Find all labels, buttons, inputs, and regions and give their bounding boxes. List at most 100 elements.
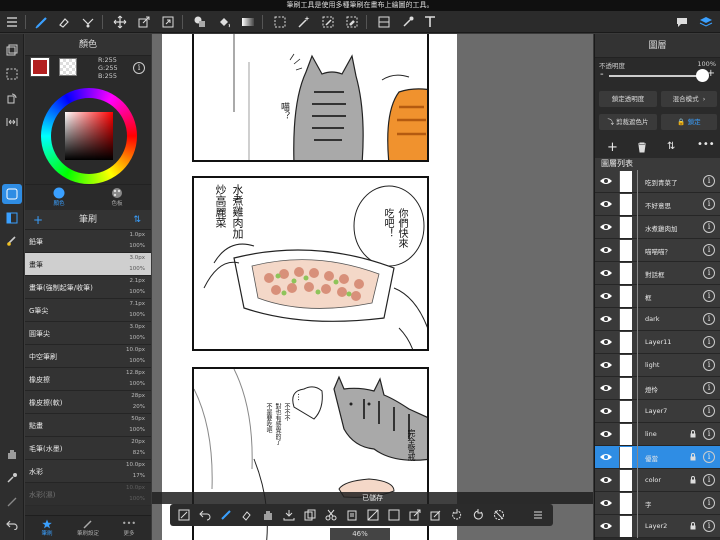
eraser-tool-icon[interactable] (55, 13, 73, 31)
fill-action-icon[interactable] (386, 507, 402, 523)
brush-item[interactable]: 鉛筆 1.0px 100% (25, 230, 151, 253)
layer-row[interactable]: 優當 i (595, 446, 720, 469)
layer-info-icon[interactable]: i (703, 474, 715, 486)
layer-info-icon[interactable]: i (703, 336, 715, 348)
eye-icon[interactable] (599, 429, 613, 439)
text-tool-icon[interactable] (421, 13, 439, 31)
layer-row[interactable]: 框i (595, 285, 720, 308)
deselect-icon[interactable] (491, 507, 507, 523)
delete-layer-icon[interactable] (637, 142, 647, 153)
layer-info-icon[interactable]: i (703, 382, 715, 394)
shape-tool-icon[interactable] (191, 13, 209, 31)
select-pen-icon[interactable] (319, 13, 337, 31)
add-brush-icon[interactable]: + (33, 210, 43, 230)
eye-icon[interactable] (599, 199, 613, 209)
tab-color[interactable]: 顏色 (39, 187, 79, 207)
brush-item[interactable]: 橡皮擦(軟) 28px 20% (25, 391, 151, 414)
layer-row[interactable]: color i (595, 469, 720, 492)
canvas-page[interactable]: 喵？ 水煮雞肉加 炒高麗菜 你們快來 吃吧！ … 不不不 對也有感覺的了 不是要… (162, 34, 457, 540)
undo-action-icon[interactable] (197, 507, 213, 523)
transform-action-icon[interactable] (407, 507, 423, 523)
eye-icon[interactable] (599, 222, 613, 232)
brush-color-icon[interactable] (2, 230, 22, 250)
eye-icon[interactable] (599, 245, 613, 255)
canvas-area[interactable]: 喵？ 水煮雞肉加 炒高麗菜 你們快來 吃吧！ … 不不不 對也有感覺的了 不是要… (152, 34, 593, 540)
brush-item[interactable]: 水彩(濕) 10.0px 100% (25, 483, 151, 506)
copy-icon[interactable] (302, 507, 318, 523)
layer-info-icon[interactable]: i (703, 359, 715, 371)
brush-item[interactable]: 畫筆(強制起筆/收筆) 2.1px 100% (25, 276, 151, 299)
fill-bucket-icon[interactable] (215, 13, 233, 31)
frame-divider-icon[interactable] (375, 13, 393, 31)
layer-row[interactable]: Layer11 i (595, 331, 720, 354)
layer-row[interactable]: 吃到青菜了 i (595, 170, 720, 193)
layer-row[interactable]: line i (595, 423, 720, 446)
brush-item[interactable]: 橡皮擦 12.8px 100% (25, 368, 151, 391)
layer-info-icon[interactable]: i (703, 198, 715, 210)
layer-row[interactable]: Layer2 i (595, 515, 720, 538)
brush-item[interactable]: 圓筆尖 3.0px 100% (25, 322, 151, 345)
eye-icon[interactable] (599, 314, 613, 324)
brush-item[interactable]: 畫筆 3.0px 100% (25, 253, 151, 276)
layer-row[interactable]: 不好意思 i (595, 193, 720, 216)
lock-alpha-button[interactable]: 鎖定透明度 (599, 91, 657, 107)
brush-item[interactable]: 水彩 10.0px 17% (25, 460, 151, 483)
paste-icon[interactable] (344, 507, 360, 523)
panel-toggle-icon[interactable] (2, 208, 22, 228)
eye-icon[interactable] (599, 176, 613, 186)
layer-row[interactable]: light i (595, 354, 720, 377)
smudge-tool-icon[interactable] (79, 13, 97, 31)
brush-item[interactable]: G筆尖 7.1px 100% (25, 299, 151, 322)
layer-row[interactable]: 水煮雞肉加 i (595, 216, 720, 239)
eraser-action-icon[interactable] (239, 507, 255, 523)
eye-icon[interactable] (599, 475, 613, 485)
tab-brush[interactable]: 筆刷 (27, 519, 67, 537)
magic-wand-icon[interactable] (295, 13, 313, 31)
snap-icon[interactable] (2, 184, 22, 204)
layer-info-icon[interactable]: i (703, 520, 715, 532)
move-tool-icon[interactable] (111, 13, 129, 31)
transform-tool-icon[interactable] (135, 13, 153, 31)
layer-row[interactable]: 字i (595, 492, 720, 515)
layer-row[interactable]: 喵喵喵？ i (595, 239, 720, 262)
layer-info-icon[interactable]: i (703, 244, 715, 256)
move-layer-icon[interactable]: ⇅ (667, 141, 675, 152)
eye-icon[interactable] (599, 521, 613, 531)
zoom-level[interactable]: 46% (330, 528, 390, 540)
page-icon[interactable] (176, 507, 192, 523)
foreground-color-swatch[interactable] (30, 57, 50, 77)
tab-palette[interactable]: 色板 (97, 187, 137, 207)
layer-info-icon[interactable]: i (703, 267, 715, 279)
brush-item[interactable]: 中空筆刷 10.0px 100% (25, 345, 151, 368)
eye-icon[interactable] (599, 291, 613, 301)
rotate-icon[interactable] (2, 88, 22, 108)
stylus-icon[interactable] (2, 492, 22, 512)
eye-icon[interactable] (599, 268, 613, 278)
opacity-plus-icon[interactable]: + (707, 68, 715, 79)
layer-info-icon[interactable]: i (703, 221, 715, 233)
layer-info-icon[interactable]: i (703, 290, 715, 302)
brush-action-icon[interactable] (218, 507, 234, 523)
brush-item[interactable]: 點畫 50px 100% (25, 414, 151, 437)
select-tool-icon[interactable] (271, 13, 289, 31)
layer-row[interactable]: dark i (595, 308, 720, 331)
gradient-tool-icon[interactable] (239, 13, 257, 31)
clear-icon[interactable] (365, 507, 381, 523)
hand-tool-icon[interactable] (2, 444, 22, 464)
color-info-icon[interactable]: i (133, 62, 145, 74)
layer-info-icon[interactable]: i (703, 497, 715, 509)
brush-item[interactable]: 毛筆(水墨) 20px 82% (25, 437, 151, 460)
eyedropper-tool-icon[interactable] (399, 13, 417, 31)
hand-action-icon[interactable] (260, 507, 276, 523)
layer-row[interactable]: 對話框 i (595, 262, 720, 285)
layer-row[interactable]: 燈怜 i (595, 377, 720, 400)
eye-icon[interactable] (599, 452, 613, 462)
rotate-right-icon[interactable] (470, 507, 486, 523)
tab-more[interactable]: ••• 更多 (109, 519, 149, 537)
edit-action-icon[interactable] (428, 507, 444, 523)
clipping-button[interactable]: ⤵ 剪裁遮色片 (599, 114, 657, 130)
brush-tool-icon[interactable] (33, 13, 51, 31)
rotate-left-icon[interactable] (449, 507, 465, 523)
eye-icon[interactable] (599, 498, 613, 508)
tab-brush-settings[interactable]: 筆刷設定 (68, 519, 108, 537)
